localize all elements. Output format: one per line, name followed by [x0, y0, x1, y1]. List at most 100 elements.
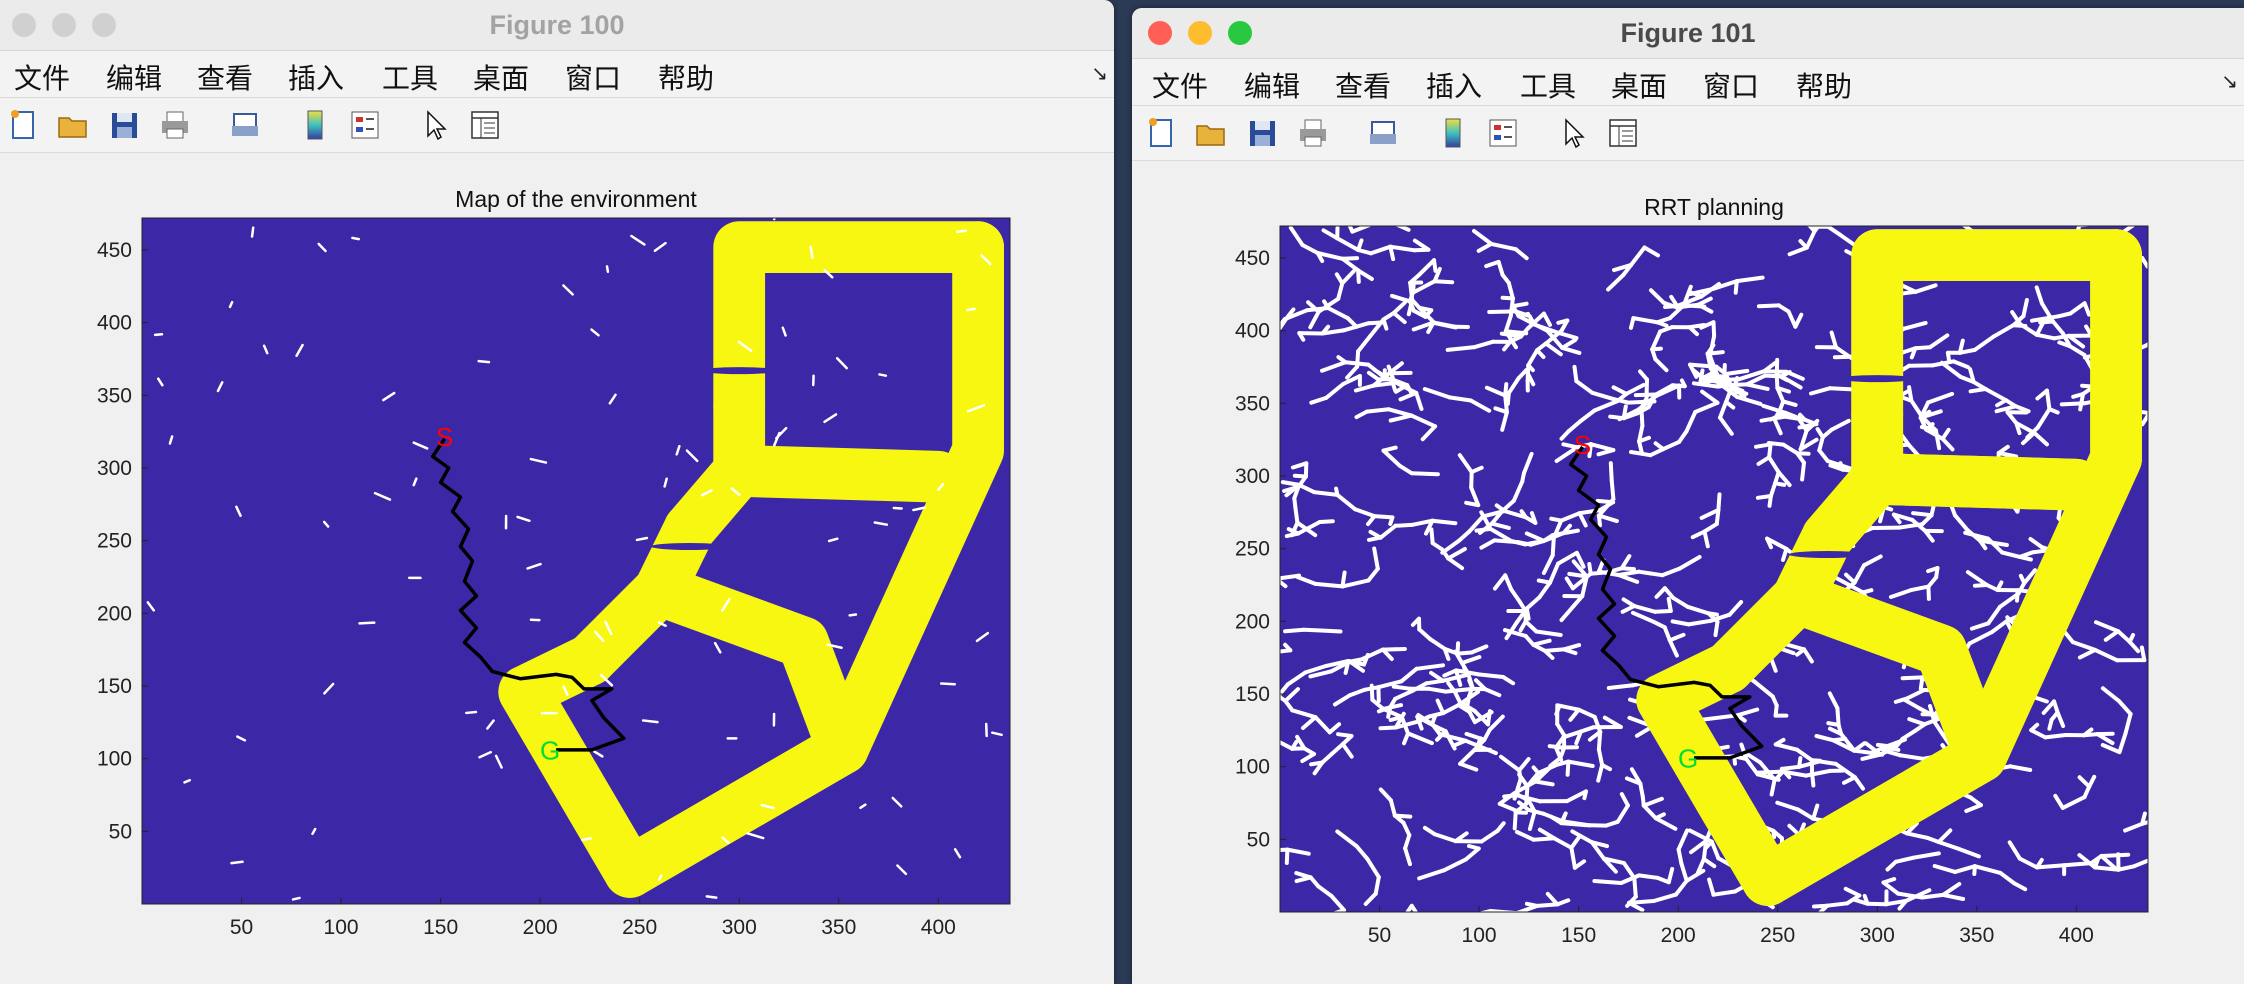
tree-edge	[1817, 759, 1838, 766]
tree-edge	[1400, 973, 1401, 983]
tree-edge	[2043, 733, 2068, 740]
tree-edge	[250, 226, 255, 238]
tree-edge	[1273, 701, 1275, 715]
tree-edge	[1213, 814, 1231, 822]
tree-edge	[1779, 764, 1802, 771]
tree-edge	[2147, 411, 2148, 415]
tree-edge	[1254, 365, 1258, 375]
x-tick-label: 50	[230, 916, 253, 939]
x-tick-label: 300	[1860, 924, 1895, 947]
tree-edge	[2130, 226, 2136, 228]
tree-edge	[1918, 675, 1925, 691]
tree-edge	[966, 307, 976, 312]
tree-edge	[1417, 305, 1434, 313]
tree-edge	[1388, 515, 1395, 526]
tree-edge	[1516, 311, 1530, 319]
tree-edge	[1865, 901, 1889, 907]
tree-edge	[1945, 350, 1952, 364]
x-tick-label: 100	[1462, 924, 1497, 947]
wall-gap	[700, 367, 779, 375]
x-tick-label: 250	[622, 916, 657, 939]
tree-edge	[1583, 823, 1608, 828]
tree-edge	[1508, 296, 1515, 318]
tree-edge	[2071, 392, 2085, 399]
tree-edge	[2166, 321, 2171, 331]
tree-edge	[1388, 244, 1396, 262]
tree-edge	[1380, 647, 1407, 652]
tree-edge	[1372, 514, 1395, 520]
tree-edge	[351, 236, 361, 241]
tree-edge	[1403, 935, 1409, 952]
tree-edge	[1771, 828, 1777, 840]
tree-edge	[2088, 195, 2090, 211]
tree-edge	[1706, 611, 1719, 617]
tree-edge	[153, 333, 164, 337]
tree-edge	[1476, 672, 1506, 679]
tree-edge	[1972, 583, 1989, 588]
figure-101-window[interactable]: Figure 101 文件 编辑 查看 插入 工具 桌面 窗口 帮助 ↘ RRT…	[1132, 8, 2244, 984]
tree-edge	[1524, 784, 1530, 806]
tree-edge	[1378, 725, 1398, 731]
tree-edge	[1549, 516, 1564, 523]
x-tick-label: 150	[1561, 924, 1596, 947]
tree-edge	[1319, 628, 1343, 634]
tree-edge	[1524, 606, 1531, 621]
tree-edge	[1334, 486, 1340, 497]
tree-edge	[1455, 641, 1461, 656]
tree-edge	[1716, 492, 1722, 512]
tree-edge	[1284, 847, 1290, 865]
tree-edge	[605, 265, 610, 274]
tree-edge	[1312, 490, 1340, 497]
tree-edge	[2047, 717, 2054, 731]
y-tick-label: 200	[97, 602, 132, 625]
wall-gap	[1838, 375, 1917, 383]
tree-edge	[809, 245, 814, 259]
tree-edge	[1637, 873, 1660, 880]
tree-edge	[1705, 350, 1725, 356]
tree-edge	[1780, 211, 1790, 218]
obstacle-wall	[713, 445, 965, 503]
tree-edge	[1469, 470, 1474, 490]
tree-edge	[1401, 922, 1421, 927]
tree-edge	[1391, 684, 1412, 691]
x-tick-label: 200	[1661, 924, 1696, 947]
tree-edge	[1798, 926, 1802, 935]
y-tick-label: 50	[1247, 828, 1270, 851]
tree-edge	[1535, 902, 1560, 908]
tree-edge	[1247, 592, 1263, 595]
tree-edge	[1679, 378, 1687, 389]
tree-edge	[1293, 505, 1300, 525]
figure-100-window[interactable]: Figure 100 文件 编辑 查看 插入 工具 桌面 窗口 帮助 ↘ Map…	[0, 0, 1114, 984]
tree-edge	[1304, 306, 1331, 313]
tree-edge	[1429, 527, 1435, 546]
tree-edge	[1621, 404, 1628, 421]
tree-edge	[1513, 810, 1528, 815]
tree-edge	[1400, 973, 1409, 975]
tree-edge	[1773, 481, 1787, 487]
tree-edge	[1559, 821, 1588, 828]
tree-edge	[1608, 461, 1614, 483]
tree-edge	[1572, 364, 1579, 384]
tree-edge	[1268, 719, 1271, 732]
tree-edge	[2045, 388, 2052, 412]
tree-edge	[1676, 847, 1684, 866]
tree-edge	[1393, 215, 1408, 223]
tree-edge	[2198, 407, 2205, 417]
tree-edge	[1629, 316, 1636, 330]
tree-edge	[465, 710, 478, 715]
tree-edge	[1393, 522, 1414, 528]
tree-edge	[1762, 369, 1789, 374]
tree-edge	[1475, 736, 1483, 748]
tree-edge	[1381, 317, 1389, 331]
tree-edge	[1237, 361, 1258, 365]
tree-edge	[1524, 901, 1540, 908]
tree-edge	[1445, 345, 1477, 352]
tree-edge	[641, 719, 659, 724]
tree-edge	[1900, 675, 1925, 681]
tree-edge	[1968, 387, 1988, 394]
tree-edge	[2188, 317, 2204, 323]
x-tick-label: 50	[1368, 924, 1391, 947]
tree-edge	[1592, 879, 1624, 885]
tree-edge	[1812, 903, 1830, 909]
tree-edge	[1432, 279, 1455, 285]
